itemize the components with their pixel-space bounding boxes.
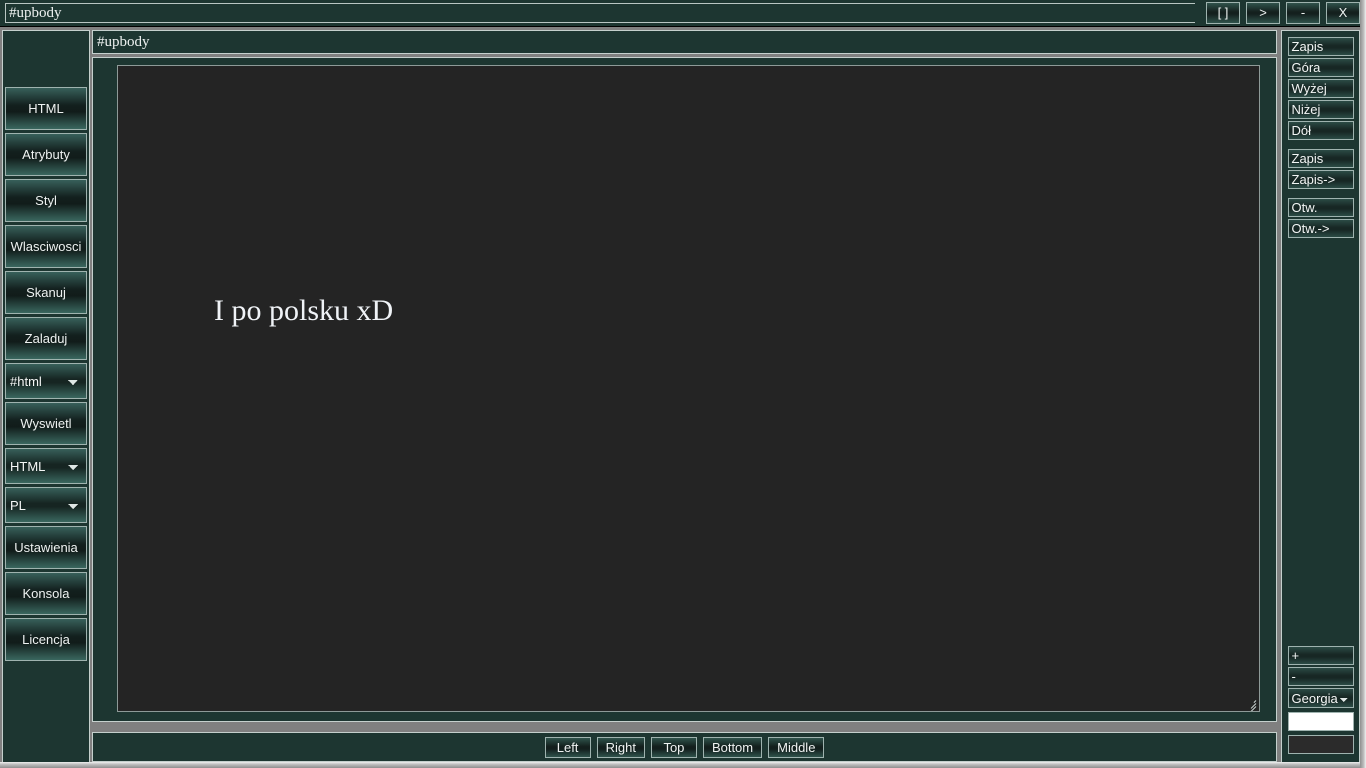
- align-right-button[interactable]: Right: [596, 736, 645, 758]
- sidebar-item-html[interactable]: HTML: [5, 87, 87, 130]
- window-title: #upbody: [5, 3, 1195, 23]
- save-as-button[interactable]: Zapis->: [1287, 170, 1354, 189]
- align-bottom-button[interactable]: Bottom: [702, 736, 763, 758]
- language-mode-select[interactable]: HTML: [5, 448, 87, 484]
- align-left-button[interactable]: Left: [544, 736, 591, 758]
- right-sidebar-bottom-group: + - Georgia: [1282, 646, 1359, 758]
- left-sidebar: HTML Atrybuty Styl Wlasciwosci Skanuj Za…: [2, 30, 90, 765]
- restore-button[interactable]: [ ]: [1206, 2, 1240, 24]
- font-family-select[interactable]: Georgia: [1287, 688, 1354, 708]
- color-background-input[interactable]: [1287, 735, 1354, 754]
- save-button[interactable]: Zapis: [1287, 37, 1354, 56]
- address-input[interactable]: [93, 31, 1276, 53]
- move-bottom-button[interactable]: Dół: [1287, 121, 1354, 140]
- editor-panel: I po polsku xD: [92, 57, 1277, 722]
- right-sidebar: Zapis Góra Wyżej Niżej Dół Zapis Zapis->…: [1281, 30, 1360, 765]
- move-down-button[interactable]: Niżej: [1287, 100, 1354, 119]
- window-right-edge: [1360, 0, 1366, 768]
- sidebar-item-wyswietl[interactable]: Wyswietl: [5, 402, 87, 445]
- sidebar-item-ustawienia[interactable]: Ustawienia: [5, 526, 87, 569]
- sidebar-item-skanuj[interactable]: Skanuj: [5, 271, 87, 314]
- window-controls: [ ] > - X: [1206, 2, 1360, 24]
- expand-button[interactable]: >: [1246, 2, 1280, 24]
- minimize-button[interactable]: -: [1286, 2, 1320, 24]
- element-select[interactable]: #html: [5, 363, 87, 399]
- title-bar: #upbody [ ] > - X: [0, 0, 1366, 27]
- locale-select[interactable]: PL: [5, 487, 87, 523]
- save-file-button[interactable]: Zapis: [1287, 149, 1354, 168]
- sidebar-item-zaladuj[interactable]: Zaladuj: [5, 317, 87, 360]
- font-size-increase-button[interactable]: +: [1287, 646, 1354, 665]
- move-top-button[interactable]: Góra: [1287, 58, 1354, 77]
- resize-handle-icon[interactable]: [1243, 695, 1258, 711]
- color-foreground-input[interactable]: [1287, 712, 1354, 731]
- open-as-button[interactable]: Otw.->: [1287, 219, 1354, 238]
- sidebar-item-styl[interactable]: Styl: [5, 179, 87, 222]
- align-middle-button[interactable]: Middle: [768, 736, 825, 758]
- editor-canvas[interactable]: I po polsku xD: [117, 65, 1260, 712]
- open-button[interactable]: Otw.: [1287, 198, 1354, 217]
- sidebar-item-wlasciwosci[interactable]: Wlasciwosci: [5, 225, 87, 268]
- sidebar-item-licencja[interactable]: Licencja: [5, 618, 87, 661]
- canvas-text: I po polsku xD: [214, 294, 394, 327]
- sidebar-item-atrybuty[interactable]: Atrybuty: [5, 133, 87, 176]
- application-window: #upbody [ ] > - X HTML Atrybuty Styl Wla…: [0, 0, 1366, 768]
- align-top-button[interactable]: Top: [650, 736, 697, 758]
- address-bar: [92, 30, 1277, 54]
- align-toolbar: Left Right Top Bottom Middle: [93, 733, 1276, 761]
- bottom-toolbar-panel: Left Right Top Bottom Middle: [92, 732, 1277, 762]
- move-up-button[interactable]: Wyżej: [1287, 79, 1354, 98]
- close-button[interactable]: X: [1326, 2, 1360, 24]
- font-size-decrease-button[interactable]: -: [1287, 667, 1354, 686]
- window-bottom-edge: [0, 762, 1366, 768]
- sidebar-item-konsola[interactable]: Konsola: [5, 572, 87, 615]
